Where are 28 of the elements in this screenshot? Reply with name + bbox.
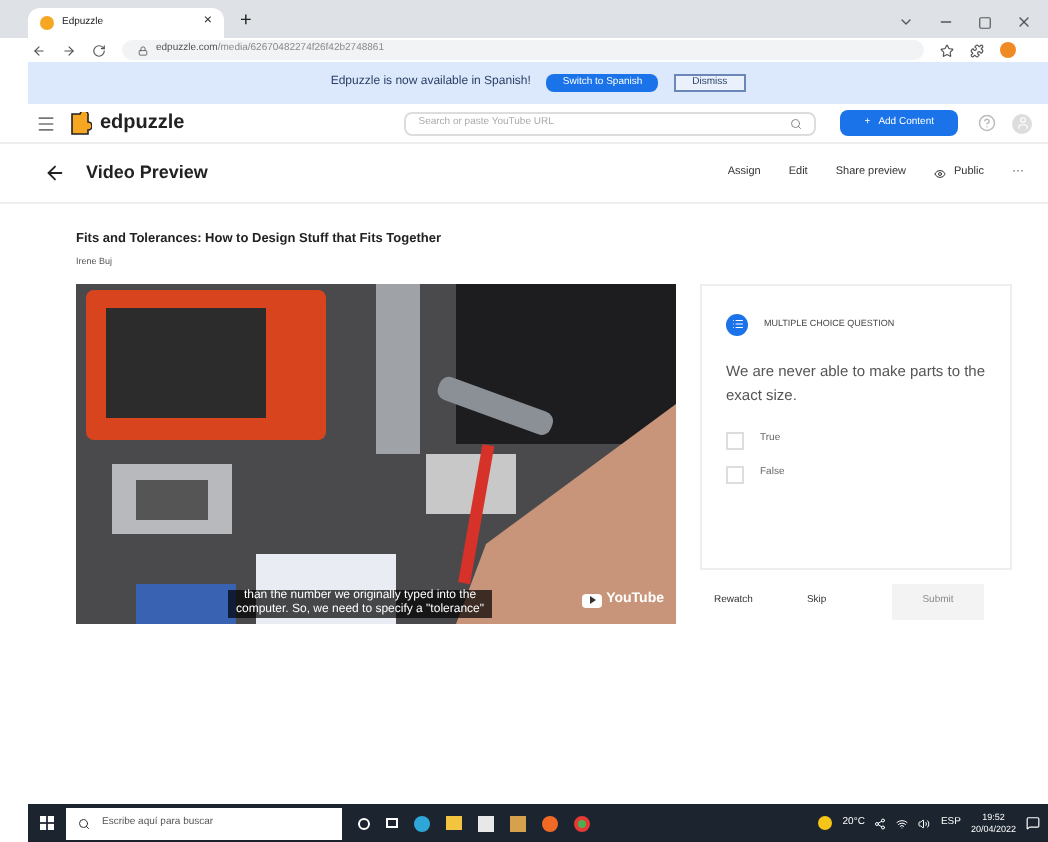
back-icon[interactable] [32, 43, 46, 57]
star-icon[interactable] [940, 43, 954, 57]
question-type-icon [726, 313, 748, 335]
network-icon[interactable] [874, 817, 887, 829]
menu-icon[interactable] [36, 113, 56, 133]
puzzle-logo-icon [68, 111, 92, 135]
extensions-icon[interactable] [970, 43, 984, 57]
maximize-icon[interactable] [978, 15, 992, 29]
tab-search-icon[interactable] [898, 14, 914, 30]
weather-icon [818, 816, 833, 830]
favicon-icon [40, 16, 54, 30]
new-tab-button[interactable]: + [240, 6, 252, 36]
volume-icon[interactable] [918, 817, 931, 829]
task-view-icon[interactable] [386, 818, 398, 828]
back-arrow-icon[interactable] [44, 162, 66, 184]
cortana-icon[interactable] [358, 817, 370, 829]
wifi-icon[interactable] [896, 817, 909, 829]
windows-logo-icon[interactable] [40, 816, 54, 830]
eye-icon [934, 167, 947, 179]
logo-text: edpuzzle [100, 110, 185, 138]
close-icon[interactable] [1016, 14, 1032, 30]
forward-icon[interactable] [62, 43, 76, 57]
search-icon [790, 117, 803, 129]
reload-icon[interactable] [92, 43, 106, 57]
notifications-icon[interactable] [1026, 816, 1040, 830]
search-icon [78, 817, 90, 829]
page-title: Video Preview [86, 159, 208, 186]
lock-icon [138, 45, 148, 55]
